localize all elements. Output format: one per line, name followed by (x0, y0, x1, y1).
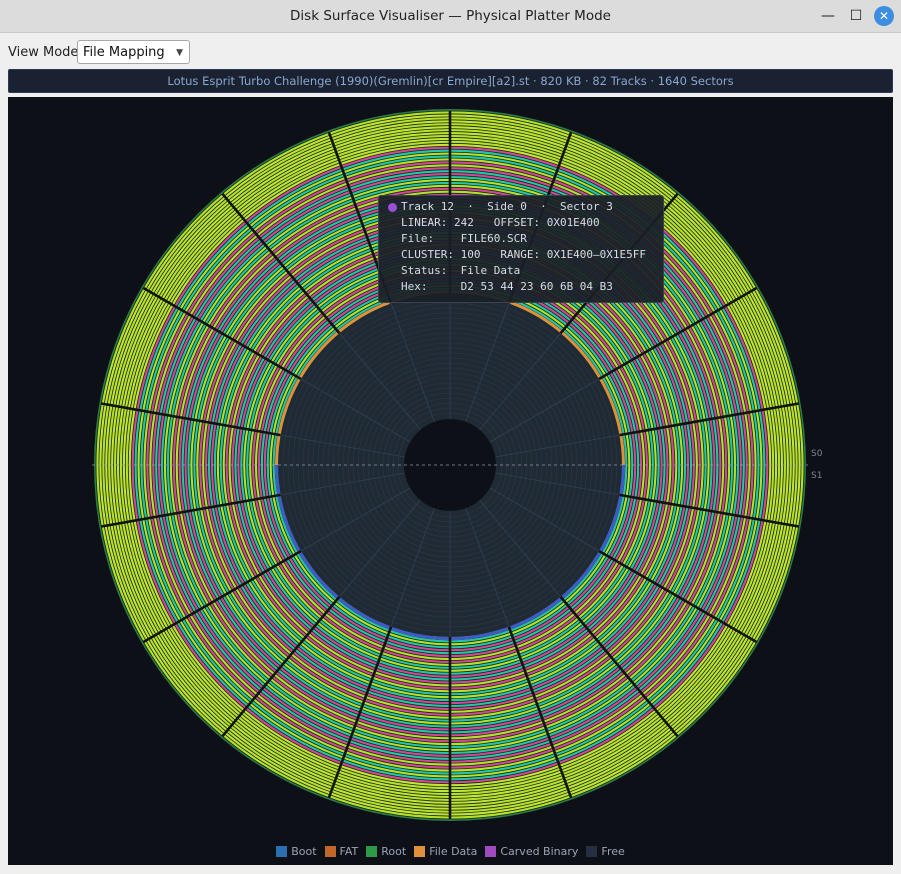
legend-label: Free (601, 845, 625, 858)
chevron-down-icon: ▼ (176, 48, 183, 58)
view-mode-label: View Mode: (8, 45, 83, 60)
tooltip-cluster: CLUSTER: 100 RANGE: 0X1E400–0X1E5FF (401, 248, 647, 261)
legend-label: FAT (339, 845, 359, 858)
legend-item-root: Root (366, 845, 406, 858)
legend-label: File Data (429, 845, 478, 858)
legend-swatch (324, 846, 336, 857)
tooltip-linear: LINEAR: 242 OFFSET: 0X01E400 (401, 216, 600, 229)
legend: Boot FAT Root File Data Carved Binary Free (8, 845, 893, 861)
legend-swatch (414, 846, 426, 857)
legend-label: Root (381, 845, 407, 858)
legend-label: Boot (291, 845, 317, 858)
legend-label: Carved Binary (500, 845, 579, 858)
title-bar: Disk Surface Visualiser — Physical Platt… (0, 0, 901, 33)
tooltip-file: File: FILE60.SCR (401, 232, 527, 245)
tooltip-hex: Hex: D2 53 44 23 60 6B 04 B3 (401, 280, 613, 293)
legend-swatch (586, 846, 598, 857)
legend-item-free: Free (586, 845, 625, 858)
legend-item-boot: Boot (276, 845, 317, 858)
disk-info-bar: Lotus Esprit Turbo Challenge (1990)(Grem… (8, 69, 893, 93)
minimize-button[interactable]: — (818, 6, 838, 26)
legend-swatch (276, 846, 288, 857)
window-title: Disk Surface Visualiser — Physical Platt… (290, 8, 611, 24)
close-button[interactable]: ✕ (874, 6, 894, 26)
legend-item-file-data: File Data (414, 845, 477, 858)
sector-tooltip: Track 12 · Side 0 · Sector 3 LINEAR: 242… (378, 195, 664, 303)
maximize-button[interactable]: ☐ (846, 6, 866, 26)
view-mode-select[interactable]: File Mapping ▼ (77, 40, 190, 64)
legend-swatch (366, 846, 378, 857)
tooltip-status: Status: File Data (401, 264, 521, 277)
platter-canvas[interactable]: S0 S1 Track 12 · Side 0 · Sector 3 LINEA… (8, 97, 893, 865)
view-mode-value: File Mapping (83, 45, 165, 60)
legend-item-fat: FAT (324, 845, 359, 858)
legend-swatch (485, 846, 497, 857)
side-1-label: S1 (811, 471, 823, 481)
tooltip-header: Track 12 · Side 0 · Sector 3 (401, 200, 613, 213)
status-dot-icon (388, 203, 397, 212)
side-0-label: S0 (811, 449, 823, 459)
legend-item-carved-binary: Carved Binary (485, 845, 578, 858)
